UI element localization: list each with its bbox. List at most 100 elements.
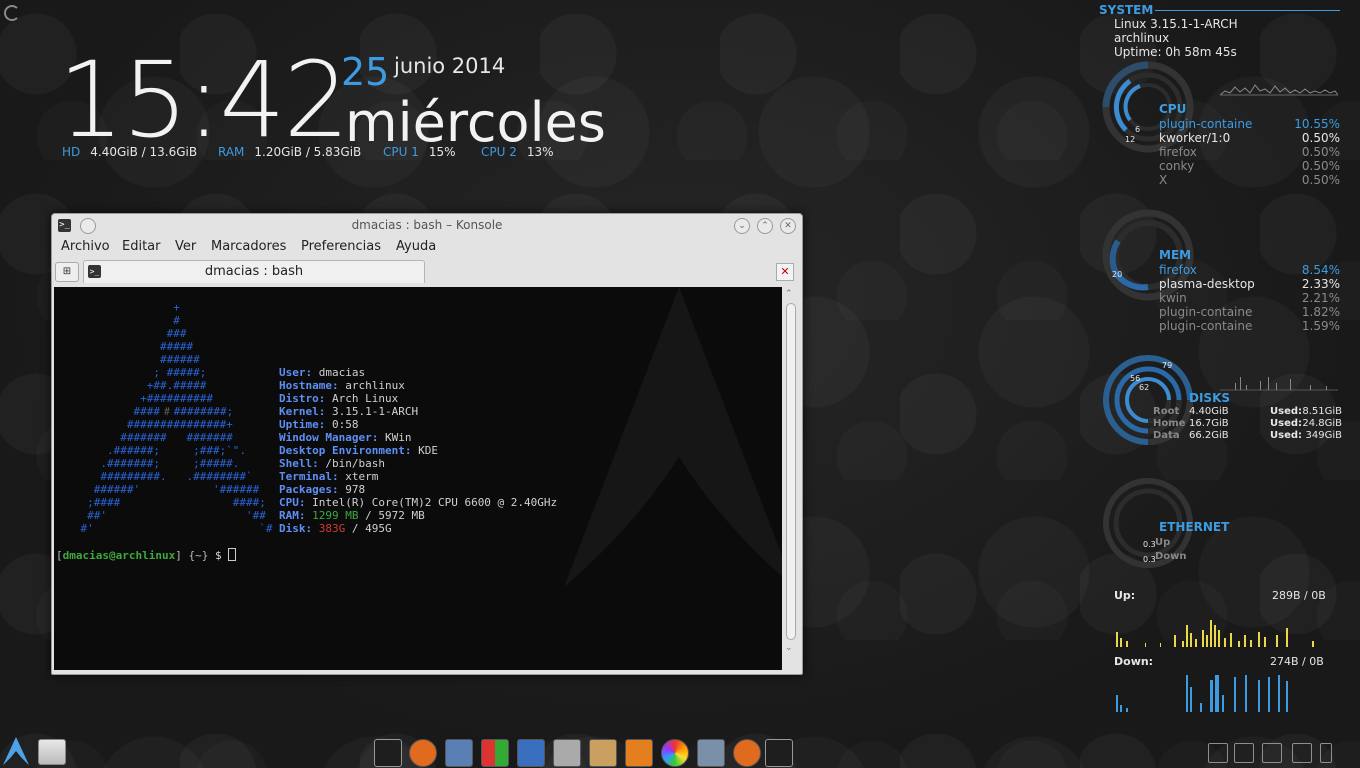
- mem-proc-value: 8.54%: [1301, 263, 1340, 277]
- menu-preferencias[interactable]: Preferencias: [301, 239, 381, 254]
- info-line: Terminal: xterm: [279, 470, 378, 483]
- clock-time: 15:42: [58, 39, 350, 161]
- mem-proc-value: 1.82%: [1301, 305, 1340, 319]
- ascii-logo-line: +: [54, 301, 180, 314]
- cpu-proc-value: 0.50%: [1301, 159, 1340, 173]
- info-line: Hostname: archlinux: [279, 379, 405, 392]
- disk-ring-label-3: 62: [1139, 383, 1150, 392]
- scrollbar[interactable]: ⌃ ⌄: [783, 287, 799, 670]
- office-icon[interactable]: [481, 739, 509, 767]
- konsole-window[interactable]: >_ dmacias : bash – Konsole ⌄ ⌃ ✕ Archiv…: [51, 213, 803, 675]
- info-key: Packages:: [279, 483, 339, 496]
- cursor: [228, 548, 237, 561]
- mem-title: MEM: [1159, 248, 1192, 262]
- ascii-logo-line: ;#### ####;: [54, 496, 266, 509]
- blender-icon[interactable]: [625, 739, 653, 767]
- clipboard-icon[interactable]: [1208, 743, 1228, 763]
- info-line: Window Manager: KWin: [279, 431, 411, 444]
- ascii-logo-line: #####: [54, 340, 194, 353]
- video-editor-icon[interactable]: [697, 739, 725, 767]
- up-value: 289B / 0B: [1272, 589, 1326, 602]
- info-key: Hostname:: [279, 379, 339, 392]
- scroll-down-arrow[interactable]: ⌄: [785, 643, 793, 653]
- disk-used: 383G: [318, 522, 346, 535]
- kickoff-arch-icon[interactable]: [3, 736, 29, 766]
- disk-used-value: 349GiB: [1305, 430, 1342, 441]
- info-line-disk: Disk: 383G / 495G: [279, 522, 392, 535]
- close-button[interactable]: ✕: [780, 218, 796, 234]
- info-value: Intel(R) Core(TM)2 CPU 6600 @ 2.40GHz: [312, 496, 558, 509]
- mem-proc-value: 1.59%: [1301, 319, 1340, 333]
- close-tab-icon[interactable]: ✕: [776, 263, 794, 281]
- info-line: Packages: 978: [279, 483, 365, 496]
- ram-used: 1299 MB: [312, 509, 359, 522]
- menu-marcadores[interactable]: Marcadores: [211, 239, 286, 254]
- tray-arrow-icon[interactable]: [1320, 743, 1332, 763]
- scroll-thumb[interactable]: [786, 303, 796, 640]
- ascii-logo-line: ##' '##: [54, 509, 266, 522]
- cpu-proc-name: firefox: [1159, 145, 1197, 159]
- menu-ver[interactable]: Ver: [175, 239, 196, 254]
- info-value: Arch Linux: [331, 392, 399, 405]
- menu-ayuda[interactable]: Ayuda: [396, 239, 436, 254]
- cpu-proc-value: 0.50%: [1301, 131, 1340, 145]
- ascii-logo-line: #' `#: [54, 522, 273, 535]
- eth-down-label: Down: [1155, 551, 1187, 562]
- info-key: Window Manager:: [279, 431, 379, 444]
- arabic-app-icon[interactable]: [517, 739, 545, 767]
- display-icon[interactable]: [1262, 743, 1282, 763]
- ascii-logo-line: ###############+: [54, 418, 233, 431]
- maximize-button[interactable]: ⌃: [757, 218, 773, 234]
- info-line: Uptime: 0:58: [279, 418, 358, 431]
- disk-name: Home: [1153, 418, 1186, 429]
- desktop-cashew-icon[interactable]: [4, 5, 20, 21]
- stat-hd: HD 4.40GiB / 13.6GiB: [62, 145, 198, 159]
- minimize-button[interactable]: ⌄: [734, 218, 750, 234]
- menu-bar: Archivo Editar Ver Marcadores Preferenci…: [52, 238, 802, 258]
- cpu-ring-label-2: 12: [1125, 135, 1136, 144]
- cpu-proc-value: 0.50%: [1301, 145, 1340, 159]
- konsole-icon[interactable]: [765, 739, 793, 767]
- color-wheel-icon[interactable]: [661, 739, 689, 767]
- scroll-up-arrow[interactable]: ⌃: [785, 289, 793, 299]
- cpu-proc-value: 0.50%: [1301, 173, 1340, 187]
- new-tab-button[interactable]: ⊞: [55, 262, 79, 282]
- mem-proc-name: plasma-desktop: [1159, 277, 1255, 291]
- ram-total: / 5972 MB: [358, 509, 425, 522]
- firefox-icon[interactable]: [409, 739, 437, 767]
- paint-icon[interactable]: [589, 739, 617, 767]
- thunderbird-icon[interactable]: [445, 739, 473, 767]
- disk-key: Disk:: [279, 522, 313, 535]
- disk-name: Root: [1153, 406, 1180, 417]
- network-icon[interactable]: [1292, 743, 1312, 763]
- kernel-version: Linux 3.15.1-1-ARCH: [1114, 17, 1238, 31]
- info-line: User: dmacias: [279, 366, 365, 379]
- menu-editar[interactable]: Editar: [122, 239, 161, 254]
- terminal-icon[interactable]: [374, 739, 402, 767]
- file-manager-icon[interactable]: [38, 739, 66, 765]
- mem-proc-name: plugin-containe: [1159, 319, 1253, 333]
- arch-watermark-icon: [564, 287, 782, 587]
- ascii-logo-line: .#######; ;#####.: [54, 457, 240, 470]
- ascii-logo-line: #: [54, 314, 180, 327]
- info-key: Terminal:: [279, 470, 339, 483]
- volume-icon[interactable]: [1234, 743, 1254, 763]
- terminal-area[interactable]: + # ### ##### ###### ; #####; +##.##### …: [54, 287, 782, 670]
- ascii-logo-line: ######: [54, 353, 200, 366]
- cpu-proc-name: conky: [1159, 159, 1195, 173]
- menu-archivo[interactable]: Archivo: [61, 239, 110, 254]
- mem-proc-name: plugin-containe: [1159, 305, 1253, 319]
- disks-title: DISKS: [1189, 391, 1231, 405]
- window-titlebar[interactable]: >_ dmacias : bash – Konsole ⌄ ⌃ ✕: [52, 214, 802, 238]
- inkscape-icon[interactable]: [553, 739, 581, 767]
- firefox-icon[interactable]: [733, 739, 761, 767]
- disk-free: 4.40GiB: [1189, 406, 1229, 417]
- tab-dmacias-bash[interactable]: >_ dmacias : bash: [83, 260, 425, 283]
- info-line: Shell: /bin/bash: [279, 457, 385, 470]
- stat-cpu2: CPU 2 13%: [481, 145, 554, 159]
- ascii-logo-line: #####️########;: [54, 405, 234, 418]
- info-key: Desktop Environment:: [279, 444, 412, 457]
- ascii-logo-line: #########. .########`: [54, 470, 253, 483]
- cpu-proc-name: plugin-containe: [1159, 117, 1253, 131]
- cpu-proc-value: 10.55%: [1294, 117, 1340, 131]
